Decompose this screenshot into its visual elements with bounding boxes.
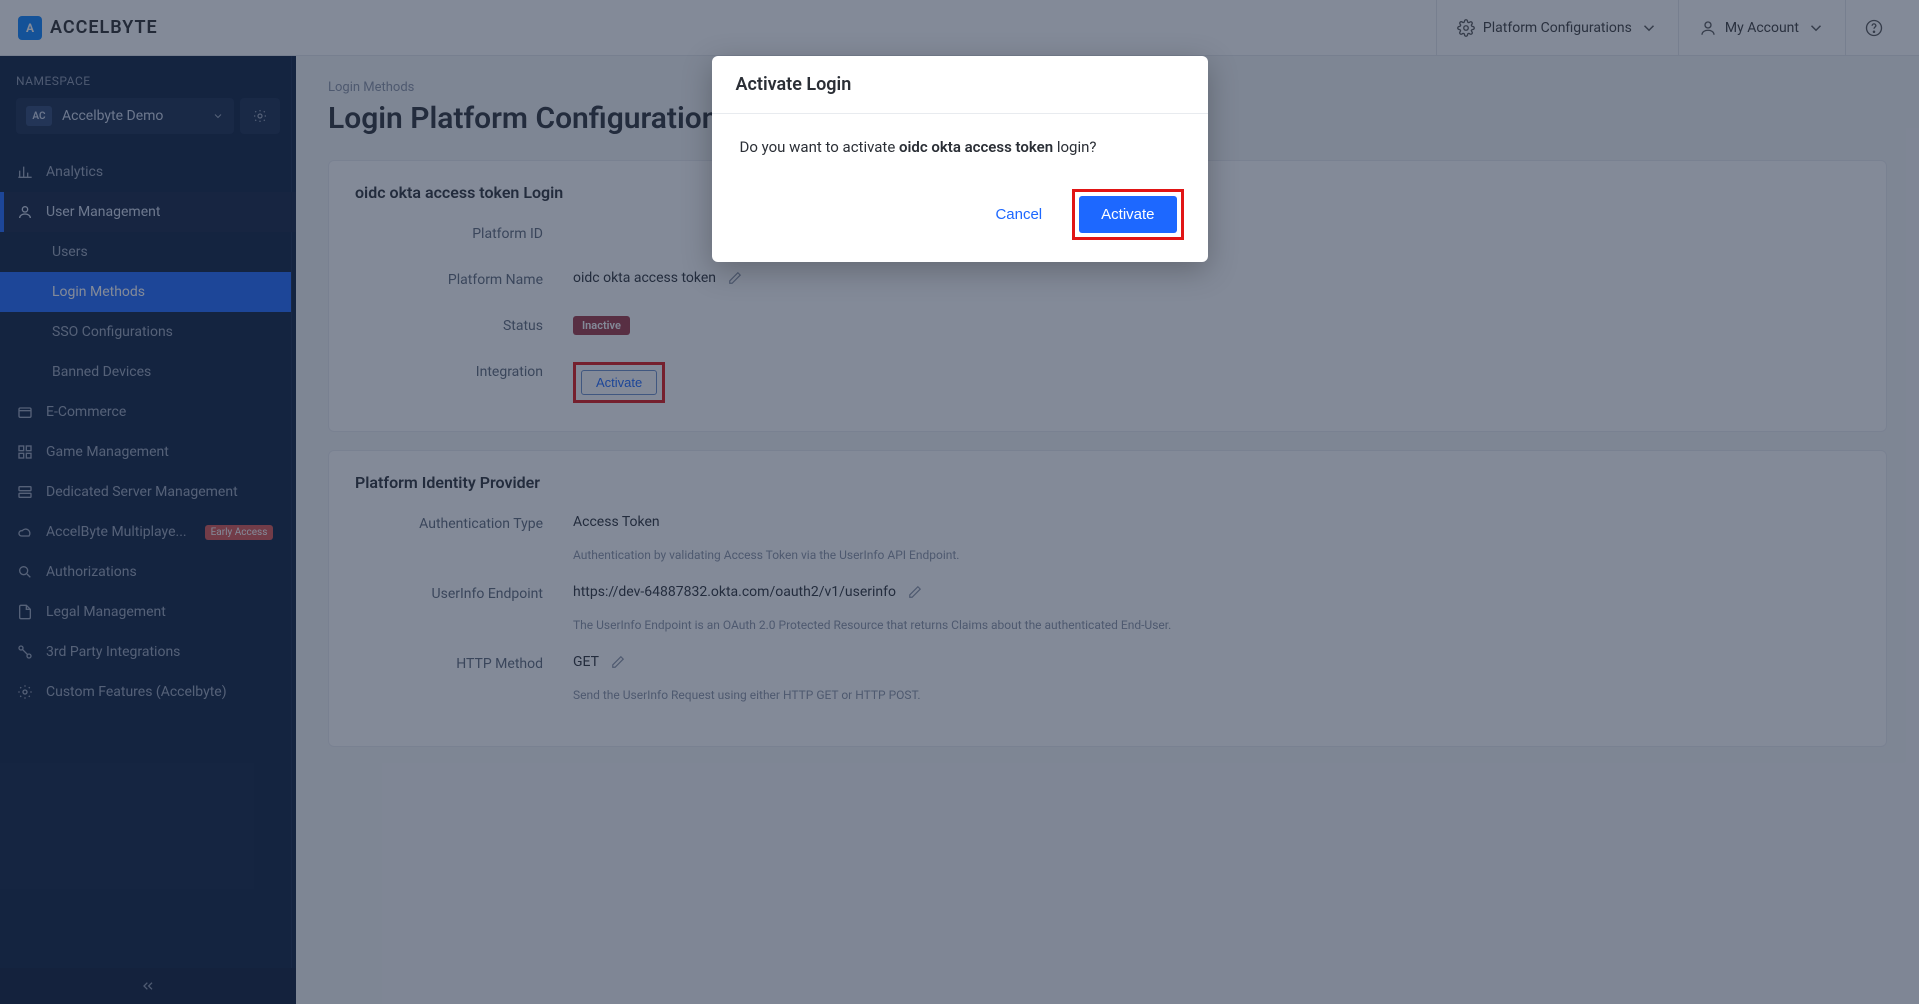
confirm-activate-button[interactable]: Activate bbox=[1079, 196, 1176, 233]
modal-body: Do you want to activate oidc okta access… bbox=[712, 114, 1208, 181]
highlight-annotation: Activate bbox=[1072, 189, 1183, 240]
cancel-button[interactable]: Cancel bbox=[983, 198, 1054, 231]
modal-title: Activate Login bbox=[712, 56, 1208, 114]
modal-text-bold: oidc okta access token bbox=[899, 138, 1053, 156]
modal-text-pre: Do you want to activate bbox=[740, 138, 900, 156]
modal-footer: Cancel Activate bbox=[712, 181, 1208, 262]
modal-text-post: login? bbox=[1053, 138, 1096, 156]
activate-login-modal: Activate Login Do you want to activate o… bbox=[712, 56, 1208, 262]
